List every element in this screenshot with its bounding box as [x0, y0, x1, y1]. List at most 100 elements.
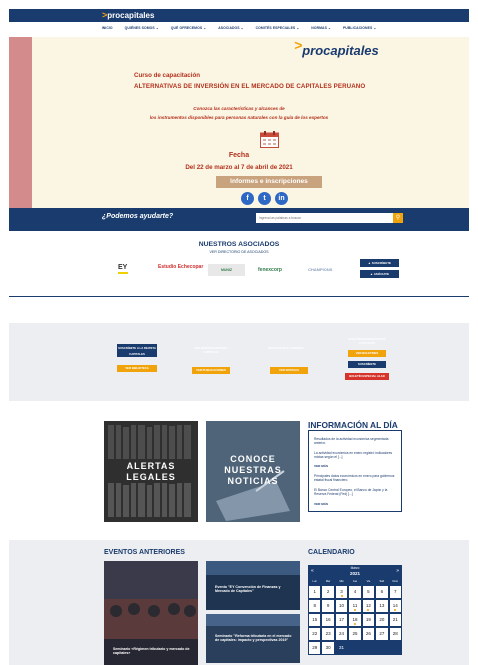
- suscribete-boletin-button[interactable]: SUSCRÍBETE: [348, 361, 386, 368]
- event-card-small-2[interactable]: Seminario "Reforma tributaria en el merc…: [206, 614, 300, 663]
- info-more-link-1[interactable]: VER MÁS: [314, 464, 328, 468]
- calendar-day[interactable]: 11: [348, 599, 362, 613]
- info-al-dia-box: Resultados de la actividad económica seg…: [308, 430, 402, 512]
- linkedin-icon[interactable]: in: [275, 192, 288, 205]
- hero-subtitle-1: Conozca las características y alcances d…: [193, 106, 285, 111]
- calendar-day-today[interactable]: 31: [334, 641, 349, 655]
- hero-course-title: ALTERNATIVAS DE INVERSIÓN EN EL MERCADO …: [134, 83, 366, 90]
- logo-muniz[interactable]: MUNIZ: [208, 264, 245, 276]
- calendar-header: « Marzo 2021 »: [308, 565, 402, 579]
- nav-asociados[interactable]: ASOCIADOS ⌄: [218, 26, 243, 30]
- logo-ey-text: EY: [118, 264, 128, 271]
- facebook-icon[interactable]: f: [241, 192, 254, 205]
- event-dot-icon: [367, 609, 370, 611]
- ver-biblioteca-button[interactable]: VER BIBLIOTECA: [117, 365, 157, 372]
- calendar-month: Marzo: [350, 566, 360, 570]
- calendar-day[interactable]: 14: [388, 599, 402, 613]
- calendar-day[interactable]: 17: [334, 613, 349, 627]
- noticias-line3: NOTICIAS: [227, 476, 279, 486]
- event-dot-icon: [394, 609, 397, 611]
- calendar-day[interactable]: 13: [375, 599, 389, 613]
- logo-ey-bar: [118, 272, 128, 274]
- calendar-day[interactable]: 21: [388, 613, 402, 627]
- logo-echecopar[interactable]: Estudio Echecopar: [158, 265, 203, 270]
- calendar-day[interactable]: 10: [334, 599, 349, 613]
- event-small-2-caption: Seminario "Reforma tributaria en el merc…: [215, 634, 292, 643]
- alertas-line2: LEGALES: [126, 472, 176, 482]
- ver-boletines-button[interactable]: VER BOLETINES: [348, 350, 386, 357]
- hero-course-label: Curso de capacitación: [134, 72, 201, 79]
- event-small-1-caption: Evento "EY Convención de Finanzas y Merc…: [215, 585, 281, 594]
- logo-ey[interactable]: EY: [118, 264, 128, 274]
- nav-publicaciones[interactable]: PUBLICACIONES ⌄: [343, 26, 376, 30]
- calendar-day[interactable]: 16: [321, 613, 335, 627]
- calendar-day[interactable]: 4: [348, 585, 362, 599]
- calendar-day[interactable]: 18: [348, 613, 362, 627]
- calendar-day[interactable]: 15: [308, 613, 322, 627]
- nav-inicio[interactable]: INICIO: [102, 26, 113, 30]
- conoce-noticias-tile[interactable]: CONOCE NUESTRAS NOTICIAS: [206, 421, 300, 522]
- calendar-day[interactable]: 22: [308, 627, 322, 641]
- logo-champions[interactable]: CHAMPIONS: [308, 267, 332, 272]
- calendar-day[interactable]: 29: [308, 641, 322, 655]
- alertas-line1: ALERTAS: [126, 461, 176, 471]
- noticias-line1: CONOCE: [230, 454, 276, 464]
- event-dot-icon: [340, 595, 343, 597]
- search-icon: ⚲: [395, 215, 401, 221]
- calendar-day[interactable]: 27: [375, 627, 389, 641]
- boletin-alad-button[interactable]: BOLETÍN ESPECIAL ALAD: [345, 373, 389, 380]
- header-logo[interactable]: >procapitales: [102, 10, 154, 20]
- nav-comites[interactable]: COMITÉS ESPECIALES ⌄: [256, 26, 300, 30]
- info-al-dia-title: INFORMACIÓN AL DÍA: [308, 420, 398, 430]
- logo-fenexcorp[interactable]: fenexcorp: [258, 267, 282, 273]
- calendar-day[interactable]: 6: [375, 585, 389, 599]
- search-button[interactable]: ⚲: [393, 213, 403, 223]
- calendar-day[interactable]: 3: [334, 585, 349, 599]
- event-card-small-1[interactable]: Evento "EY Convención de Finanzas y Merc…: [206, 561, 300, 610]
- search-input[interactable]: [256, 213, 393, 223]
- calendar-day[interactable]: 9: [321, 599, 335, 613]
- main-nav: INICIO QUIÉNES SOMOS ⌄ QUÉ OFRECEMOS ⌄ A…: [9, 22, 469, 34]
- logo-text: procapitales: [107, 11, 155, 20]
- calendar-day[interactable]: 2: [321, 585, 335, 599]
- alertas-legales-tile[interactable]: ALERTAS LEGALES: [104, 421, 198, 522]
- calendar-day[interactable]: 30: [321, 641, 335, 655]
- calendar-next-icon[interactable]: »: [396, 568, 399, 574]
- nav-normas[interactable]: NORMAS ⌄: [311, 26, 331, 30]
- hero-logo: >procapitales: [294, 37, 379, 58]
- calendar-day[interactable]: 1: [308, 585, 322, 599]
- suscribete-button[interactable]: ▲ SUSCRÍBETE: [360, 259, 399, 267]
- calendar-day[interactable]: 12: [361, 599, 376, 613]
- info-item-4[interactable]: El Banco Central Europeo, el Banco de Ja…: [314, 488, 398, 496]
- nav-que-ofrecemos[interactable]: QUÉ OFRECEMOS ⌄: [171, 26, 206, 30]
- info-item-2[interactable]: La actividad económica en enero registró…: [314, 451, 398, 459]
- event-big-caption: Seminario «Régimen tributario y mercado …: [113, 647, 190, 656]
- event-card-big[interactable]: Seminario «Régimen tributario y mercado …: [104, 561, 198, 665]
- calendar-day[interactable]: 19: [361, 613, 376, 627]
- calendar-day[interactable]: 24: [334, 627, 349, 641]
- twitter-icon[interactable]: t: [258, 192, 271, 205]
- asociate-button[interactable]: ▲ ASÓCIATE: [360, 270, 399, 278]
- ver-publicaciones-button[interactable]: VER PUBLICACIONES: [192, 367, 230, 374]
- calendar-day[interactable]: 26: [361, 627, 376, 641]
- calendar-year: 2021: [349, 571, 360, 576]
- calendar-day[interactable]: 5: [361, 585, 376, 599]
- calendar-day[interactable]: 20: [375, 613, 389, 627]
- info-item-1[interactable]: Resultados de la actividad económica seg…: [314, 437, 398, 445]
- calendar-day[interactable]: 7: [388, 585, 402, 599]
- hero-date-range: Del 22 de marzo al 7 de abril de 2021: [185, 164, 293, 171]
- hero-info-button[interactable]: Informes e inscripciones: [216, 176, 322, 188]
- suscribe-revista-button[interactable]: SUSCRÍBETE A LA REVISTA CAPITALES: [117, 344, 157, 357]
- calendar-day[interactable]: 28: [388, 627, 402, 641]
- calendar-day[interactable]: 23: [321, 627, 335, 641]
- info-item-3[interactable]: Principales datos económicos en enero pa…: [314, 474, 398, 482]
- calendar-day[interactable]: 8: [308, 599, 322, 613]
- calendar-empty-cell: [348, 641, 362, 655]
- boletin-label: BOLETÍN INFORMATIVO DE CAPITALES: [348, 337, 386, 345]
- nav-quienes-somos[interactable]: QUIÉNES SOMOS ⌄: [125, 26, 159, 30]
- asociados-directory-link[interactable]: VER DIRECTORIO DE ASOCIADOS: [0, 250, 478, 254]
- calendar-day[interactable]: 25: [348, 627, 362, 641]
- ver-noticias-button[interactable]: VER NOTICIAS: [270, 367, 308, 374]
- event-dot-icon: [353, 609, 356, 611]
- info-more-link-2[interactable]: VER MÁS: [314, 502, 328, 506]
